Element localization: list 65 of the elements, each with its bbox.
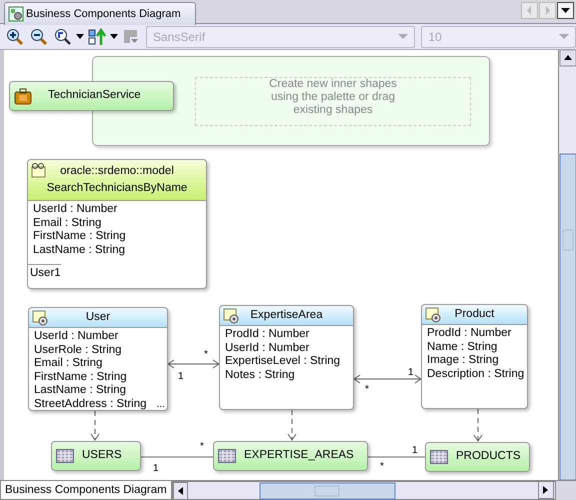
multiplicity-label: * bbox=[365, 385, 369, 395]
multiplicity-label: 1 bbox=[408, 368, 414, 378]
association-arrow bbox=[353, 374, 422, 384]
attribute-text: Email : String bbox=[33, 357, 102, 370]
attribute-text: Notes : String bbox=[224, 368, 295, 382]
table-icon bbox=[56, 449, 74, 463]
editor-tab[interactable]: Business Components Diagram bbox=[4, 2, 196, 25]
view-object-name: SearchTechniciansByName bbox=[46, 181, 188, 196]
zoom-in-icon[interactable] bbox=[6, 28, 24, 46]
table-name: USERS bbox=[82, 448, 122, 464]
gear-icon bbox=[425, 307, 441, 323]
association-arrow bbox=[167, 360, 220, 368]
scroll-right-button[interactable] bbox=[538, 481, 554, 499]
attribute-text: UserId : Number bbox=[33, 330, 118, 344]
attribute-text: UserId : Number bbox=[224, 342, 310, 355]
hint-text: Create new inner shapes using the palette or drag existing shapes bbox=[268, 78, 398, 117]
caret-icon[interactable] bbox=[110, 34, 118, 40]
attribute-text: ProdId : Number bbox=[426, 327, 512, 340]
multiplicity-label: * bbox=[200, 442, 204, 452]
zoom-out-icon[interactable] bbox=[30, 28, 48, 46]
attribute-text: FirstName : String bbox=[32, 230, 126, 244]
attribute-text: UserId : Number bbox=[32, 203, 118, 216]
connector-line bbox=[368, 456, 426, 458]
briefcase-icon bbox=[14, 87, 32, 105]
more-indicator: ... bbox=[156, 400, 165, 410]
multiplicity-label: 1 bbox=[412, 446, 418, 456]
attribute-text: StreetAddress : String bbox=[33, 398, 146, 411]
gear-icon bbox=[223, 308, 239, 324]
multiplicity-label: * bbox=[204, 350, 208, 360]
attribute-text: UserRole : String bbox=[33, 344, 122, 357]
zoom-fit-icon[interactable] bbox=[54, 28, 72, 46]
attribute-text: LastName : String bbox=[32, 244, 126, 257]
diagram-icon bbox=[8, 6, 24, 22]
dropdown-button[interactable] bbox=[557, 2, 574, 19]
attribute-text: ProdId : Number bbox=[224, 328, 310, 342]
entity-name: Product bbox=[454, 308, 494, 321]
attribute-text: Image : String bbox=[426, 354, 499, 368]
entity-name: User bbox=[86, 311, 110, 324]
multiplicity-label: 1 bbox=[153, 464, 159, 474]
entity-name: ExpertiseArea bbox=[250, 309, 323, 322]
glasses-icon bbox=[31, 162, 47, 178]
dependency-arrow bbox=[90, 410, 100, 441]
dependency-arrow bbox=[288, 410, 296, 441]
fill-color-icon[interactable] bbox=[122, 28, 140, 46]
multiplicity-label: * bbox=[380, 462, 384, 472]
attribute-text: FirstName : String bbox=[33, 370, 127, 384]
service-name: TechnicianService bbox=[48, 88, 141, 104]
table-icon bbox=[430, 450, 448, 464]
gear-icon bbox=[32, 310, 48, 326]
scrollbar[interactable] bbox=[559, 50, 576, 480]
table-icon bbox=[218, 449, 236, 463]
table-name: PRODUCTS bbox=[456, 449, 521, 464]
package-name: oracle::srdemo::model bbox=[60, 164, 174, 179]
attribute-text: Email : String bbox=[32, 216, 102, 230]
caret-icon[interactable] bbox=[76, 34, 84, 40]
multiplicity-label: 1 bbox=[178, 372, 184, 382]
footer-text: User1 bbox=[28, 264, 61, 288]
dependency-arrow bbox=[474, 408, 482, 442]
attribute-text: Name : String bbox=[426, 340, 498, 354]
layout-icon[interactable] bbox=[88, 28, 106, 46]
attribute-text: Description : String bbox=[426, 368, 524, 381]
bottom-tab[interactable]: Business Components Diagram bbox=[0, 481, 172, 500]
attribute-text: ExpertiseLevel : String bbox=[224, 355, 340, 368]
attribute-text: LastName : String bbox=[33, 384, 126, 398]
table-name: EXPERTISE_AREAS bbox=[244, 448, 354, 464]
